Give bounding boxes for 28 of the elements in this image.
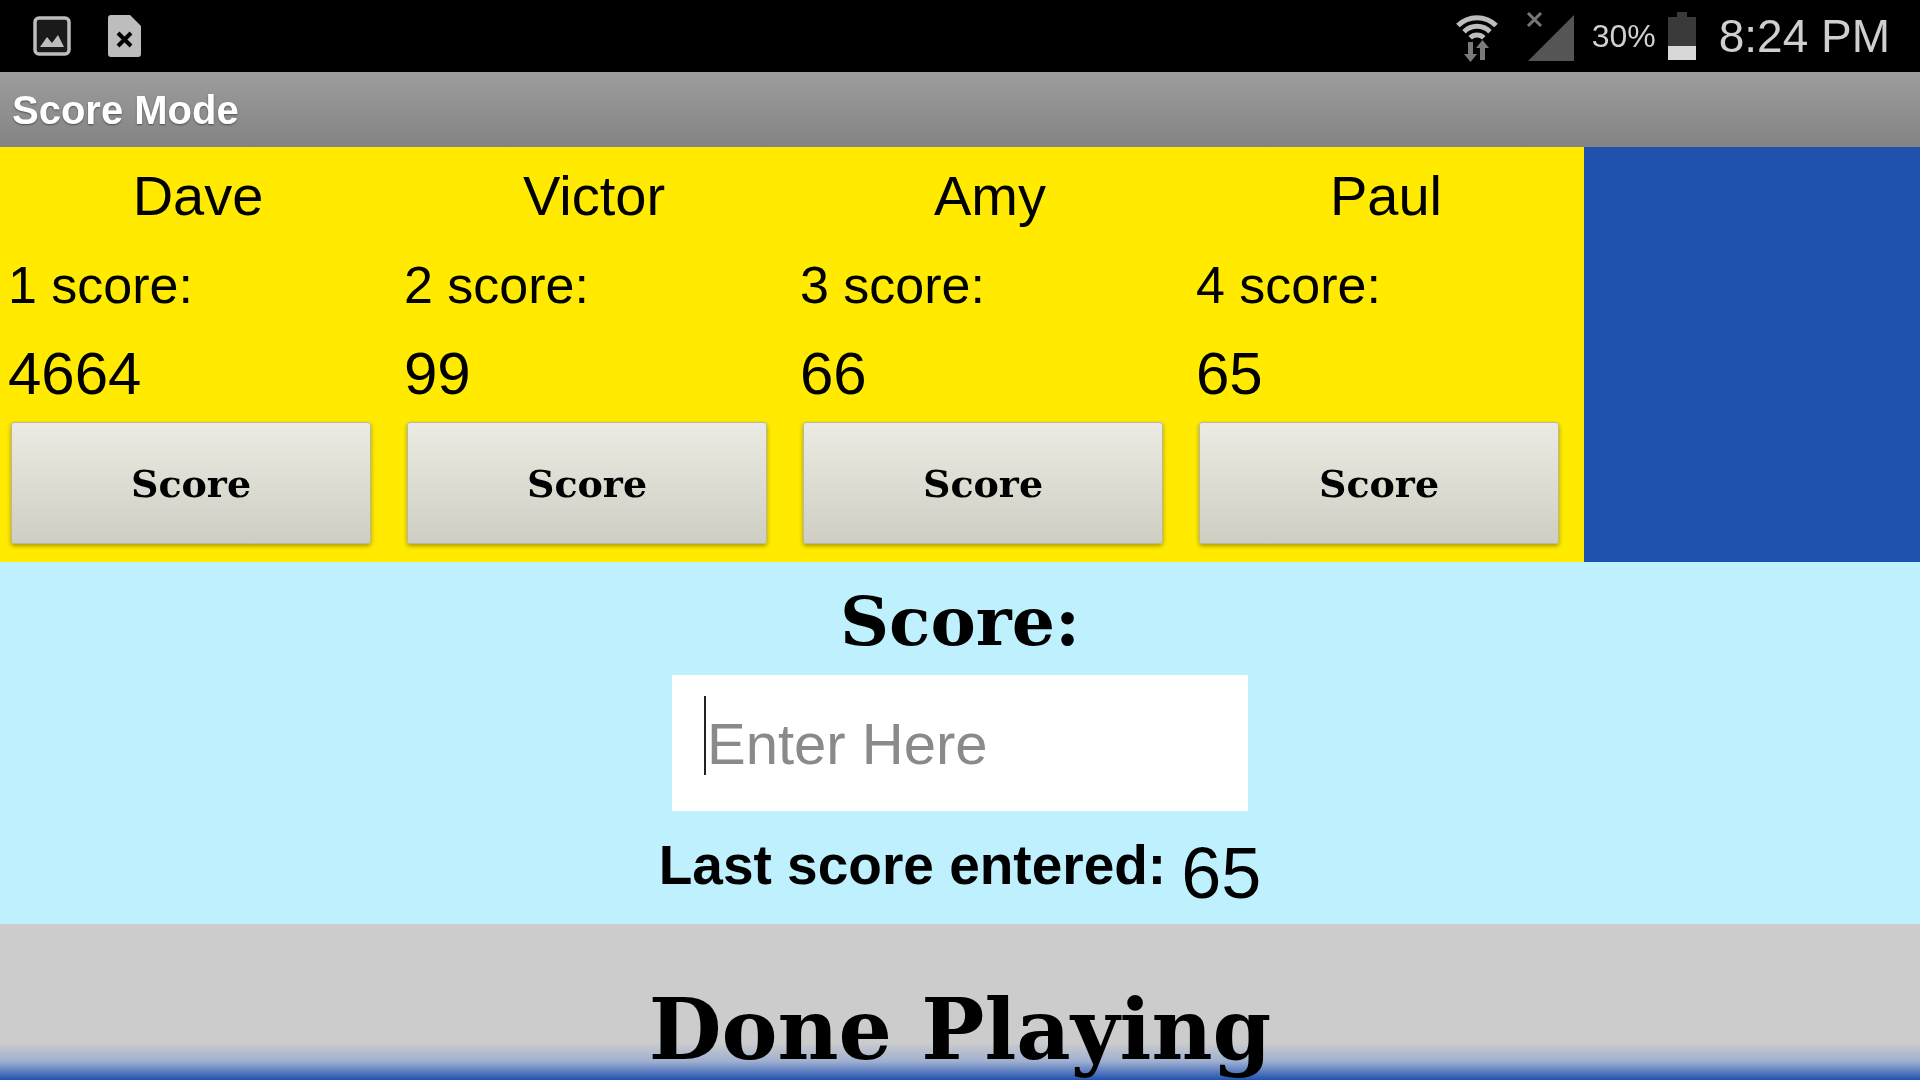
score-button[interactable]: Score [1199,422,1559,544]
image-icon [33,16,71,56]
done-playing-button[interactable]: Done Playing [0,924,1920,1080]
player-name: Victor [522,163,666,229]
score-button[interactable]: Score [11,422,371,544]
player-name: Amy [934,163,1046,229]
player-score: 4664 [8,339,142,409]
score-label: 4 score: [1196,255,1381,315]
player-score: 65 [1196,339,1263,409]
signal-icon [1525,11,1574,61]
score-label: 3 score: [800,255,985,315]
app-title: Score Mode [12,86,239,134]
sim-card-error-icon [108,15,141,57]
score-label: 2 score: [404,255,589,315]
last-score-value: 65 [1181,833,1262,913]
battery-percent: 30% [1591,17,1656,56]
score-label: 1 score: [8,255,193,315]
score-heading: Score: [839,581,1081,661]
score-input[interactable]: Enter Here [672,675,1248,811]
player-score: 99 [404,339,471,409]
score-button[interactable]: Score [407,422,767,544]
last-score-label: Last score entered: [658,833,1167,897]
score-button[interactable]: Score [803,422,1163,544]
player-score: 66 [800,339,867,409]
player-name: Dave [132,163,264,229]
battery-icon [1667,12,1696,60]
player-name: Paul [1329,163,1443,229]
clock-time: 8:24 PM [1718,9,1890,64]
